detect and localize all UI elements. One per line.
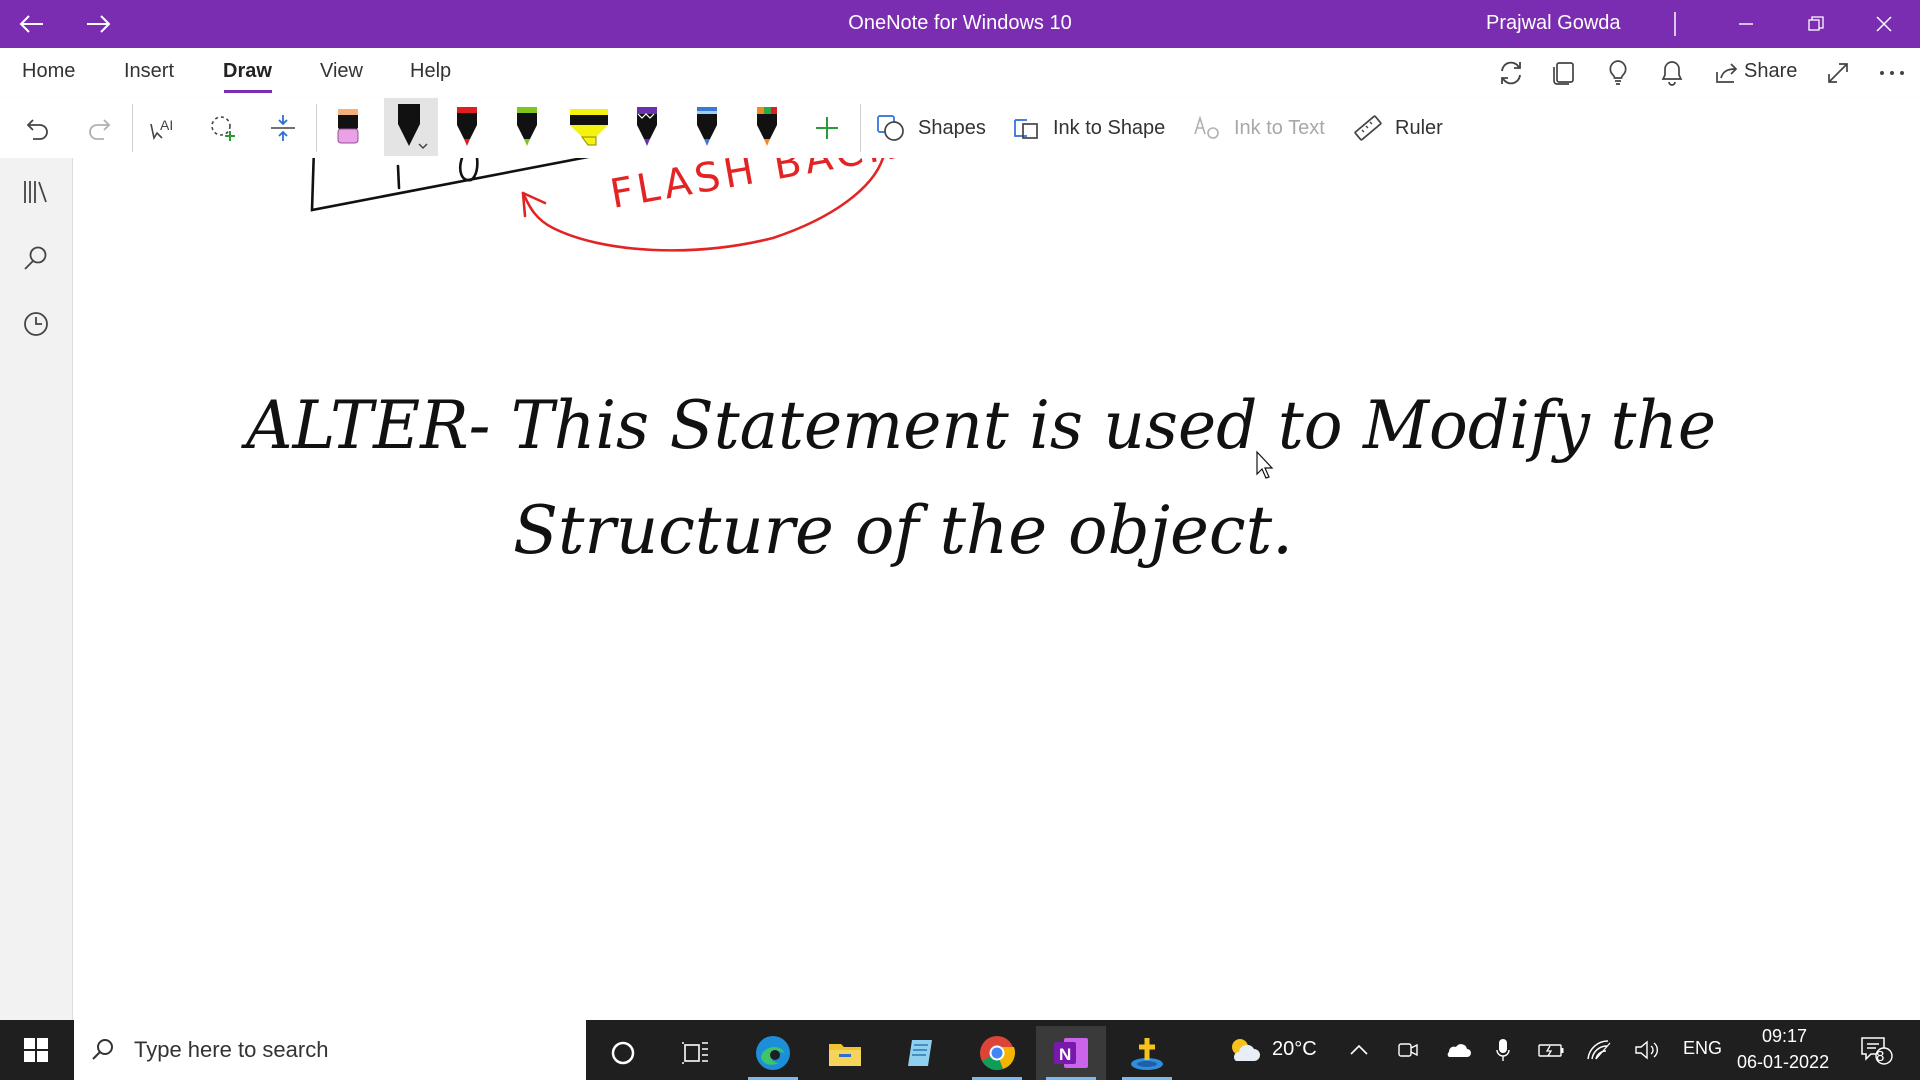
battery-icon[interactable] [1536, 1036, 1566, 1064]
share-button[interactable]: Share [1744, 60, 1797, 83]
tab-insert[interactable]: Insert [124, 60, 174, 83]
title-bar: OneNote for Windows 10 Prajwal Gowda [0, 0, 1920, 48]
tab-help[interactable]: Help [410, 60, 451, 83]
redo-icon [77, 106, 121, 150]
input-language[interactable]: ENG [1683, 1038, 1722, 1059]
pink-highlighter-icon[interactable] [325, 98, 371, 156]
active-tab-indicator [224, 90, 272, 93]
toolbar-divider [132, 104, 133, 152]
clock-time[interactable]: 09:17 [1762, 1026, 1807, 1047]
ink-line-1: ALTER- This Statement is used to Modify … [240, 387, 1716, 464]
clock-date[interactable]: 06-01-2022 [1737, 1052, 1829, 1073]
tab-home[interactable]: Home [22, 60, 75, 83]
title-divider [1674, 12, 1676, 36]
search-placeholder: Type here to search [134, 1037, 329, 1062]
share-icon[interactable] [1708, 54, 1746, 92]
microphone-icon[interactable] [1490, 1036, 1516, 1064]
yellow-highlighter-icon[interactable] [564, 98, 614, 156]
red-pen-icon[interactable] [444, 98, 490, 156]
ribbon-tabs: Home Insert Draw View Help Share [0, 48, 1920, 98]
blue-galaxy-pen-icon[interactable] [684, 98, 730, 156]
restore-icon[interactable] [1782, 0, 1850, 48]
volume-icon[interactable] [1632, 1036, 1662, 1064]
windows-taskbar: Type here to search N 20°C ENG 09:17 06-… [0, 1020, 1920, 1080]
ink-to-text-label: Ink to Text [1234, 116, 1325, 139]
show-hidden-icons-chevron-icon[interactable] [1346, 1036, 1372, 1064]
toolbar-divider [860, 104, 861, 152]
windows-start-icon[interactable] [14, 1034, 58, 1066]
green-pen-icon[interactable] [504, 98, 550, 156]
draw-toolbar: AI Shapes Ink to Shape Ink to Text Ruler [0, 98, 1920, 158]
weather-temperature[interactable]: 20°C [1272, 1038, 1317, 1061]
tab-draw[interactable]: Draw [223, 60, 272, 83]
ink-to-text-icon [1192, 114, 1222, 142]
window-title: OneNote for Windows 10 [848, 12, 1072, 34]
search-icon [90, 1037, 116, 1063]
onenote-taskbar-icon[interactable]: N [1036, 1026, 1106, 1080]
add-pen-icon[interactable] [805, 106, 849, 150]
shapes-button[interactable]: Shapes [876, 112, 986, 144]
ink-to-shape-icon [1011, 114, 1041, 142]
rainbow-pen-icon[interactable] [744, 98, 790, 156]
page-view-icon[interactable] [1545, 54, 1583, 92]
ink-line-2: Structure of the object. [513, 492, 1293, 569]
weather-icon[interactable] [1224, 1036, 1264, 1064]
sync-icon[interactable] [1492, 54, 1530, 92]
notebooks-icon[interactable] [14, 170, 58, 214]
type-select-icon[interactable]: AI [141, 106, 185, 150]
edge-icon[interactable] [738, 1026, 808, 1080]
svg-text:N: N [1059, 1045, 1071, 1064]
tab-view[interactable]: View [320, 60, 363, 83]
ruler-label: Ruler [1395, 116, 1443, 139]
undo-icon[interactable] [16, 106, 60, 150]
onedrive-cloud-icon[interactable] [1442, 1036, 1472, 1064]
ink-flashback-text: FLASH BACK [607, 158, 901, 218]
ruler-button[interactable]: Ruler [1353, 112, 1443, 144]
ink-to-text-button: Ink to Text [1192, 112, 1325, 144]
fullscreen-icon[interactable] [1819, 54, 1857, 92]
lightbulb-icon[interactable] [1599, 54, 1637, 92]
ink-layer: FLASH BACK ALTER- This Statement is used… [240, 158, 1716, 569]
shapes-label: Shapes [918, 116, 986, 139]
file-explorer-icon[interactable] [810, 1026, 880, 1080]
task-view-icon[interactable] [660, 1026, 730, 1080]
meet-now-icon[interactable] [1394, 1036, 1422, 1064]
recent-icon[interactable] [14, 302, 58, 346]
shapes-icon [876, 114, 906, 142]
notification-count-badge: 8 [1876, 1048, 1885, 1065]
ink-to-shape-button[interactable]: Ink to Shape [1011, 112, 1165, 144]
ink-to-shape-label: Ink to Shape [1053, 116, 1166, 139]
account-name[interactable]: Prajwal Gowda [1486, 12, 1621, 35]
game-app-icon[interactable] [1112, 1026, 1182, 1080]
bell-icon[interactable] [1653, 54, 1691, 92]
minimize-icon[interactable] [1712, 0, 1780, 48]
page-canvas[interactable]: FLASH BACK ALTER- This Statement is used… [73, 158, 1920, 1020]
lasso-select-icon[interactable] [201, 106, 245, 150]
ruler-icon [1353, 114, 1383, 142]
cortana-icon[interactable] [588, 1026, 658, 1080]
search-icon[interactable] [14, 236, 58, 280]
taskbar-search-box[interactable]: Type here to search [74, 1020, 586, 1080]
notepad-app-icon[interactable] [886, 1026, 956, 1080]
svg-text:AI: AI [160, 117, 173, 133]
purple-galaxy-pen-icon[interactable] [624, 98, 670, 156]
wifi-icon[interactable] [1584, 1036, 1614, 1064]
ink-diagram-fragment [310, 158, 590, 212]
toolbar-divider [316, 104, 317, 152]
chrome-icon[interactable] [962, 1026, 1032, 1080]
black-pen-icon[interactable] [384, 98, 438, 156]
add-space-icon[interactable] [261, 106, 305, 150]
more-options-icon[interactable] [1873, 54, 1911, 92]
nav-sidebar [0, 158, 73, 1020]
close-icon[interactable] [1850, 0, 1918, 48]
